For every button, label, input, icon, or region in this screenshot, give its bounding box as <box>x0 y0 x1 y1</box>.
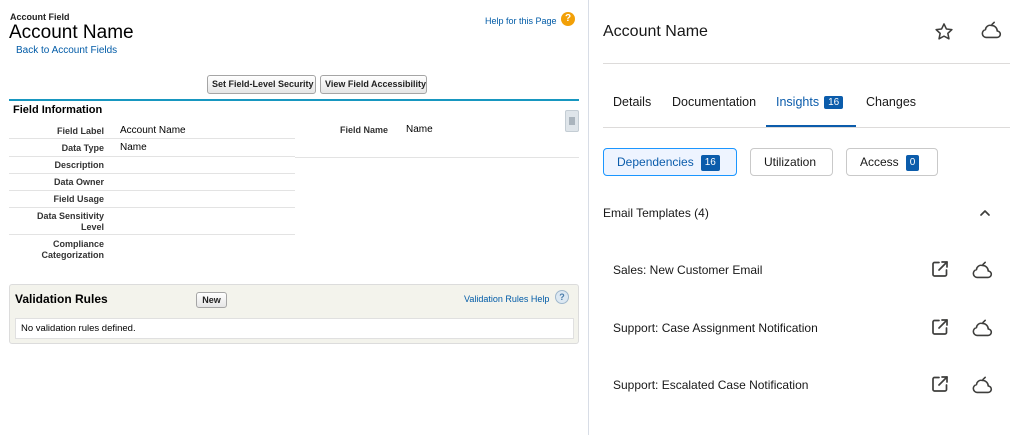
tab-insights-label: Insights <box>776 95 820 109</box>
field-row-description: Description <box>9 157 295 174</box>
set-field-level-security-button[interactable]: Set Field-Level Security <box>207 75 316 94</box>
view-field-accessibility-button[interactable]: View Field Accessibility <box>320 75 427 94</box>
data-type-label: Data Type <box>61 143 104 153</box>
dependencies-label: Dependencies <box>617 155 694 169</box>
new-validation-rule-button[interactable]: New <box>196 292 227 308</box>
tabs-divider <box>603 127 1010 128</box>
data-sensitivity-label: Data Sensitivity Level <box>36 211 104 232</box>
classic-setup-page: Account Field Account Name Back to Accou… <box>0 0 588 435</box>
external-link-icon[interactable] <box>930 374 950 394</box>
field-usage-label: Field Usage <box>53 194 104 204</box>
validation-rules-empty-message: No validation rules defined. <box>15 318 574 339</box>
tab-changes[interactable]: Changes <box>866 95 916 109</box>
field-name-value: Name <box>406 124 433 135</box>
star-icon[interactable] <box>933 21 955 43</box>
field-row-data-owner: Data Owner <box>9 174 295 191</box>
help-icon[interactable]: ? <box>561 12 575 26</box>
utilization-label: Utilization <box>764 155 817 169</box>
page-title: Account Name <box>9 22 134 43</box>
field-row-data-sensitivity: Data Sensitivity Level <box>9 208 295 235</box>
field-row-divider <box>295 157 579 158</box>
external-link-icon[interactable] <box>930 259 950 279</box>
email-template-item-2: Support: Case Assignment Notification <box>613 321 818 335</box>
validation-rules-title: Validation Rules <box>15 292 108 306</box>
field-row-label: Field Label Account Name <box>9 121 295 139</box>
tab-details[interactable]: Details <box>613 95 651 109</box>
field-label-value: Account Name <box>120 125 186 136</box>
email-template-item-3: Support: Escalated Case Notification <box>613 378 809 392</box>
question-icon[interactable]: ? <box>555 290 569 304</box>
cloud-icon[interactable] <box>971 260 993 280</box>
compliance-label: Compliance Categorization <box>41 239 104 260</box>
field-row-compliance: Compliance Categorization <box>9 235 295 263</box>
active-tab-indicator <box>766 125 856 127</box>
data-owner-label: Data Owner <box>53 177 104 187</box>
email-template-item-1: Sales: New Customer Email <box>613 263 763 277</box>
field-information-title: Field Information <box>13 104 103 116</box>
tab-documentation[interactable]: Documentation <box>672 95 756 109</box>
external-link-icon[interactable] <box>930 317 950 337</box>
panel-title: Account Name <box>603 23 708 40</box>
dependencies-count-badge: 16 <box>700 155 720 171</box>
dependencies-button[interactable]: Dependencies 16 <box>603 148 737 176</box>
collapse-handle[interactable] <box>565 110 579 132</box>
breadcrumb: Account Field <box>10 12 70 22</box>
back-to-account-fields-link[interactable]: Back to Account Fields <box>16 45 117 56</box>
cloud-icon[interactable] <box>971 318 993 338</box>
cloud-icon[interactable] <box>980 20 1002 42</box>
access-label: Access <box>860 155 899 169</box>
field-row-field-usage: Field Usage <box>9 191 295 208</box>
access-count-badge: 0 <box>905 155 920 171</box>
utilization-button[interactable]: Utilization <box>750 148 833 176</box>
cloud-icon[interactable] <box>971 375 993 395</box>
field-label-label: Field Label <box>56 126 104 136</box>
access-button[interactable]: Access 0 <box>846 148 938 176</box>
field-row-data-type: Data Type Name <box>9 139 295 157</box>
tab-insights[interactable]: Insights 16 <box>776 95 844 109</box>
description-label: Description <box>54 160 104 170</box>
tab-insights-badge: 16 <box>824 96 844 109</box>
email-templates-title: Email Templates (4) <box>603 206 709 220</box>
header-divider <box>603 63 1010 64</box>
data-type-value: Name <box>120 142 147 153</box>
chevron-up-icon[interactable] <box>978 206 992 218</box>
help-for-page-link[interactable]: Help for this Page <box>485 16 557 26</box>
validation-rules-help-link[interactable]: Validation Rules Help <box>464 294 549 304</box>
field-name-label: Field Name <box>340 125 389 135</box>
